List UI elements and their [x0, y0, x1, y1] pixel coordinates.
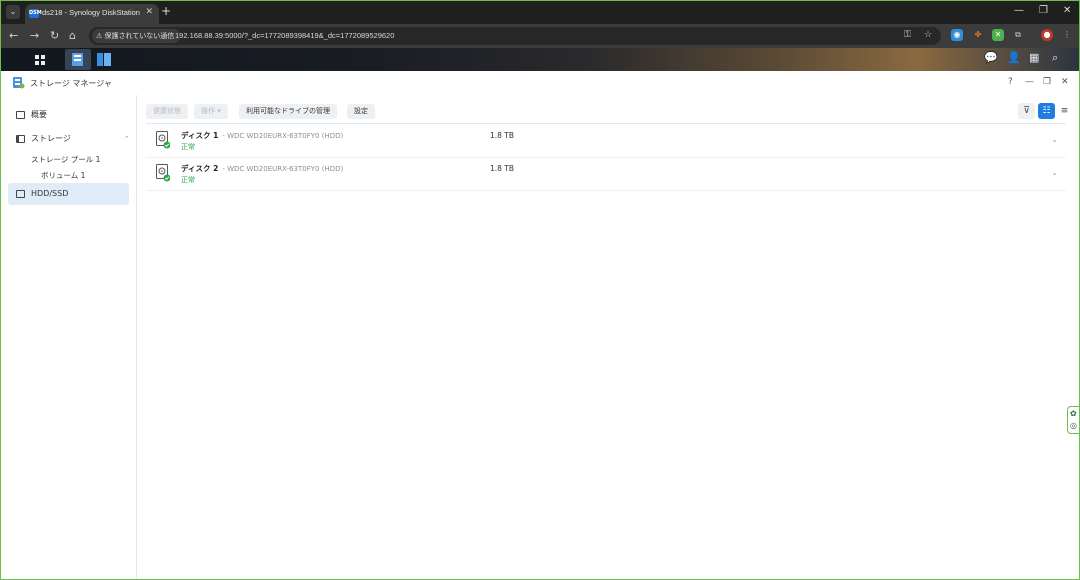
forward-icon[interactable]: →	[30, 29, 39, 43]
hdd-icon	[16, 190, 25, 198]
overview-icon	[16, 111, 25, 119]
browser-window: ⌄ DSM ds218 - Synology DiskStation ✕ + —…	[0, 0, 1080, 580]
storage-icon	[16, 135, 25, 143]
disk-model: - WDC WD20EURX-63T0FY0 (HDD)	[222, 165, 344, 173]
disk-capacity: 1.8 TB	[490, 164, 515, 173]
extensions-puzzle-icon[interactable]: ⧉	[1012, 29, 1024, 41]
control-panel-taskbar-icon[interactable]	[91, 49, 117, 70]
security-warning-chip[interactable]: ⚠ 保護されていない通信	[92, 29, 181, 43]
sidebar: 概要 ストレージ ⌃ ストレージ プール 1 ボリューム 1 HDD/SSD	[1, 95, 137, 579]
target-icon[interactable]: ◎	[1070, 421, 1077, 430]
disk-name: ディスク 1- WDC WD20EURX-63T0FY0 (HDD)	[181, 130, 343, 141]
disk-row[interactable]: ディスク 1- WDC WD20EURX-63T0FY0 (HDD) 正常 1.…	[146, 125, 1066, 158]
security-warning-label: 保護されていない通信	[104, 32, 175, 40]
sidebar-item-hdd-ssd[interactable]: HDD/SSD	[8, 183, 129, 205]
extension-icon-1[interactable]: ◉	[951, 29, 963, 41]
list-view-icon[interactable]: ≡	[1056, 103, 1073, 119]
sidebar-item-label: 概要	[31, 110, 47, 119]
warning-icon: ⚠	[96, 32, 103, 40]
omnibox[interactable]: ⚠ 保護されていない通信 192.168.88.39:5000/?_dc=177…	[89, 27, 941, 45]
gear-icon[interactable]: ✿	[1070, 409, 1077, 418]
disk-capacity: 1.8 TB	[490, 131, 515, 140]
maximize-window-icon[interactable]: ❐	[1043, 77, 1051, 87]
chevron-down-icon[interactable]: ⌄	[1051, 168, 1058, 177]
minimize-window-icon[interactable]: —	[1025, 77, 1034, 87]
search-icon[interactable]: ⌕	[1052, 51, 1058, 65]
sidebar-item-volume-1[interactable]: ボリューム 1	[41, 170, 85, 181]
sidebar-item-label: HDD/SSD	[31, 189, 69, 198]
list-detail-view-icon[interactable]: ☷	[1038, 103, 1055, 119]
back-icon[interactable]: ←	[9, 29, 18, 43]
chevron-up-icon[interactable]: ⌃	[124, 129, 130, 149]
new-tab-icon[interactable]: +	[161, 4, 171, 18]
action-button-label: 操作	[201, 107, 215, 115]
health-status-button[interactable]: 健康状態	[146, 104, 188, 119]
tab-strip: ⌄ DSM ds218 - Synology DiskStation ✕ + —…	[1, 1, 1079, 24]
sidebar-item-label: ストレージ	[31, 134, 71, 143]
main-menu-icon[interactable]	[27, 49, 53, 70]
dsm-taskbar: 💬 👤 ▦ ⌕	[1, 48, 1079, 71]
extension-icon-2[interactable]: ✤	[972, 29, 984, 41]
restore-icon[interactable]: ❐	[1039, 5, 1048, 16]
hdd-healthy-icon	[156, 131, 170, 149]
side-panel-widget[interactable]: ✿ ◎	[1067, 406, 1079, 434]
dsm-favicon-icon: DSM	[29, 9, 42, 18]
tab-search-icon[interactable]: ⌄	[6, 5, 20, 19]
widgets-icon[interactable]: ▦	[1029, 51, 1039, 64]
extension-icon-3[interactable]: ✕	[992, 29, 1004, 41]
window-title: ストレージ マネージャ	[30, 79, 112, 88]
disk-status: 正常	[181, 176, 195, 184]
close-window-icon[interactable]: ✕	[1063, 5, 1071, 16]
bookmark-star-icon[interactable]: ☆	[924, 30, 932, 40]
disk-status: 正常	[181, 143, 195, 151]
tab-title: ds218 - Synology DiskStation	[42, 8, 140, 17]
storage-manager-app-icon	[13, 77, 25, 89]
address-bar-row: ← → ↻ ⌂ ⚠ 保護されていない通信 192.168.88.39:5000/…	[1, 24, 1079, 48]
disk-row[interactable]: ディスク 2- WDC WD20EURX-63T0FY0 (HDD) 正常 1.…	[146, 158, 1066, 191]
disk-name-label: ディスク 1	[181, 131, 219, 140]
close-app-icon[interactable]: ✕	[1061, 77, 1069, 87]
chat-icon[interactable]: 💬	[984, 51, 998, 64]
help-button[interactable]: ?	[1008, 77, 1013, 87]
storage-manager-window: ストレージ マネージャ ? — ❐ ✕ 概要 ストレージ ⌃ ストレージ プール…	[1, 71, 1079, 579]
url-text[interactable]: 192.168.88.39:5000/?_dc=1772089398419&_d…	[175, 31, 394, 40]
divider	[146, 123, 1066, 124]
reload-icon[interactable]: ↻	[50, 29, 59, 43]
chevron-down-icon: ▾	[217, 107, 221, 115]
browser-tab[interactable]: DSM ds218 - Synology DiskStation ✕	[25, 4, 159, 24]
sidebar-item-overview[interactable]: 概要	[8, 105, 129, 125]
action-button[interactable]: 操作 ▾	[194, 104, 228, 119]
settings-button[interactable]: 設定	[347, 104, 375, 119]
close-tab-icon[interactable]: ✕	[145, 7, 153, 17]
chevron-down-icon[interactable]: ⌄	[1051, 135, 1058, 144]
user-icon[interactable]: 👤	[1007, 51, 1021, 64]
browser-menu-icon[interactable]: ⋮	[1061, 29, 1073, 41]
disk-name: ディスク 2- WDC WD20EURX-63T0FY0 (HDD)	[181, 163, 343, 174]
home-icon[interactable]: ⌂	[69, 29, 76, 43]
filter-icon[interactable]: ⊽	[1018, 103, 1035, 119]
profile-avatar[interactable]: ●	[1041, 29, 1053, 41]
hdd-healthy-icon	[156, 164, 170, 182]
disk-model: - WDC WD20EURX-63T0FY0 (HDD)	[222, 132, 344, 140]
key-icon[interactable]: ⚿	[904, 30, 911, 40]
disk-name-label: ディスク 2	[181, 164, 219, 173]
sidebar-item-storage[interactable]: ストレージ ⌃	[8, 129, 130, 149]
storage-manager-taskbar-icon[interactable]	[65, 49, 91, 70]
sidebar-item-storage-pool-1[interactable]: ストレージ プール 1	[31, 154, 100, 165]
minimize-icon[interactable]: —	[1014, 5, 1024, 16]
manage-available-drives-button[interactable]: 利用可能なドライブの管理	[239, 104, 337, 119]
